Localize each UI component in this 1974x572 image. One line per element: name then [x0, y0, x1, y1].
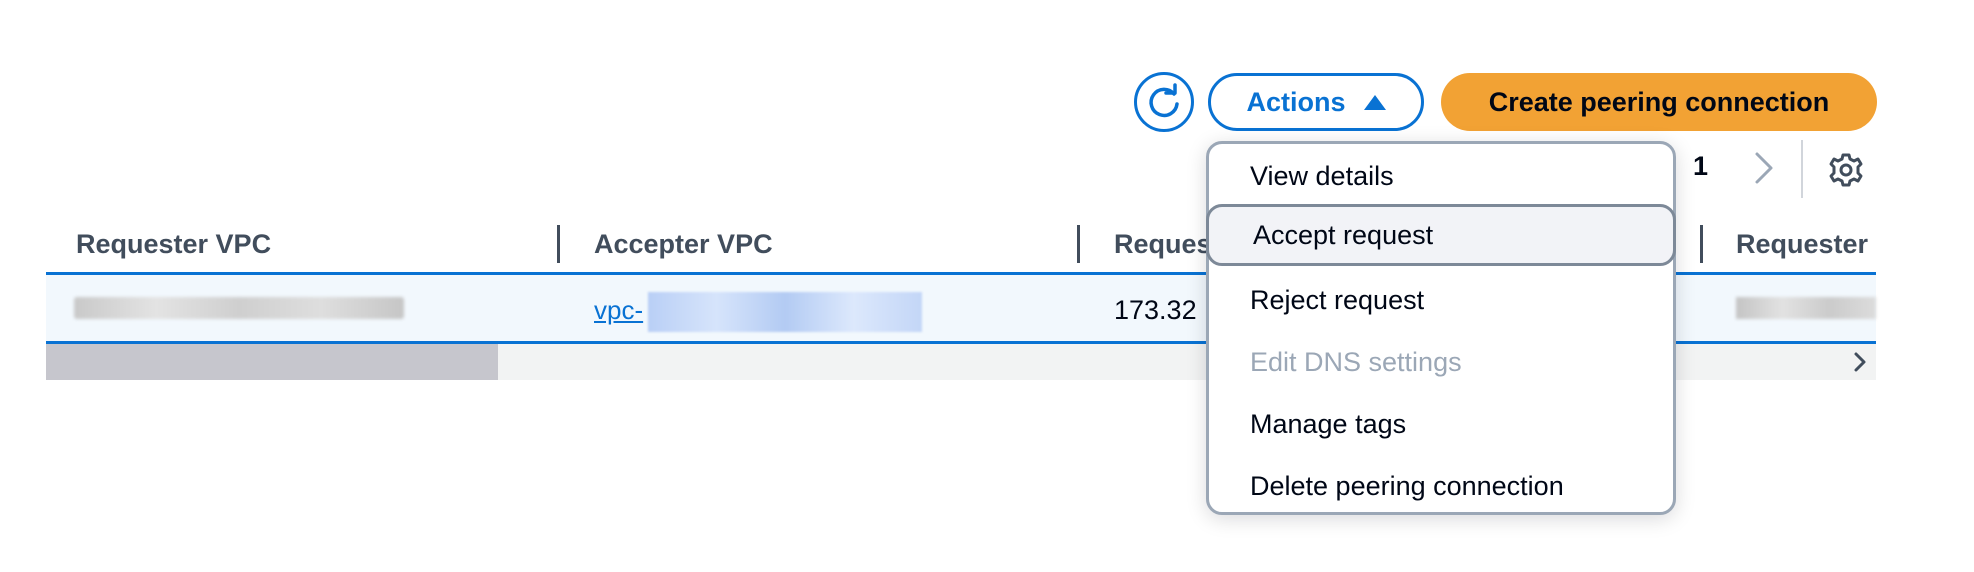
create-label: Create peering connection [1488, 86, 1830, 117]
page-number[interactable]: 1 [1693, 151, 1708, 182]
menu-item-label: Reject request [1250, 284, 1425, 315]
toolbar-divider [1801, 140, 1803, 198]
caret-up-icon [1363, 94, 1386, 110]
actions-dropdown-menu: View details Accept request Reject reque… [1206, 141, 1676, 515]
column-resizer[interactable] [557, 225, 560, 263]
menu-item-view-details[interactable]: View details [1209, 145, 1673, 207]
scroll-right-button[interactable] [1846, 348, 1874, 376]
actions-button[interactable]: Actions [1208, 73, 1424, 131]
requester-cidr-cell: 173.32 [1114, 295, 1197, 325]
chevron-right-icon [1854, 352, 1866, 372]
menu-item-delete-peering-connection[interactable]: Delete peering connection [1209, 455, 1673, 517]
actions-label: Actions [1246, 86, 1346, 117]
scrollbar-thumb[interactable] [46, 344, 498, 380]
menu-item-label: Edit DNS settings [1250, 346, 1462, 377]
redacted-requester-cell [1736, 297, 1876, 319]
redacted-accepter-vpc [648, 292, 922, 332]
menu-item-reject-request[interactable]: Reject request [1209, 269, 1673, 331]
column-header-requester-vpc[interactable]: Requester VPC [76, 229, 271, 260]
preferences-button[interactable] [1826, 150, 1866, 190]
next-page-button[interactable] [1749, 148, 1779, 188]
menu-item-label: View details [1250, 160, 1394, 191]
column-header-requester-cidr[interactable]: Reques [1114, 229, 1212, 260]
create-peering-connection-button[interactable]: Create peering connection [1441, 73, 1877, 131]
accepter-vpc-link[interactable]: vpc- [594, 295, 643, 326]
menu-item-label: Accept request [1253, 219, 1434, 250]
chevron-right-icon [1755, 152, 1773, 184]
column-header-requester[interactable]: Requester [1736, 229, 1868, 260]
menu-item-manage-tags[interactable]: Manage tags [1209, 393, 1673, 455]
menu-item-label: Delete peering connection [1250, 470, 1564, 501]
column-resizer[interactable] [1700, 225, 1703, 263]
gear-icon [1829, 153, 1863, 187]
redacted-requester-vpc [74, 297, 404, 319]
refresh-button[interactable] [1134, 72, 1194, 132]
menu-item-edit-dns-settings: Edit DNS settings [1209, 331, 1673, 393]
column-header-accepter-vpc[interactable]: Accepter VPC [594, 229, 773, 260]
refresh-icon [1149, 83, 1179, 118]
menu-item-label: Manage tags [1250, 408, 1407, 439]
column-resizer[interactable] [1077, 225, 1080, 263]
menu-item-accept-request[interactable]: Accept request [1206, 204, 1676, 266]
